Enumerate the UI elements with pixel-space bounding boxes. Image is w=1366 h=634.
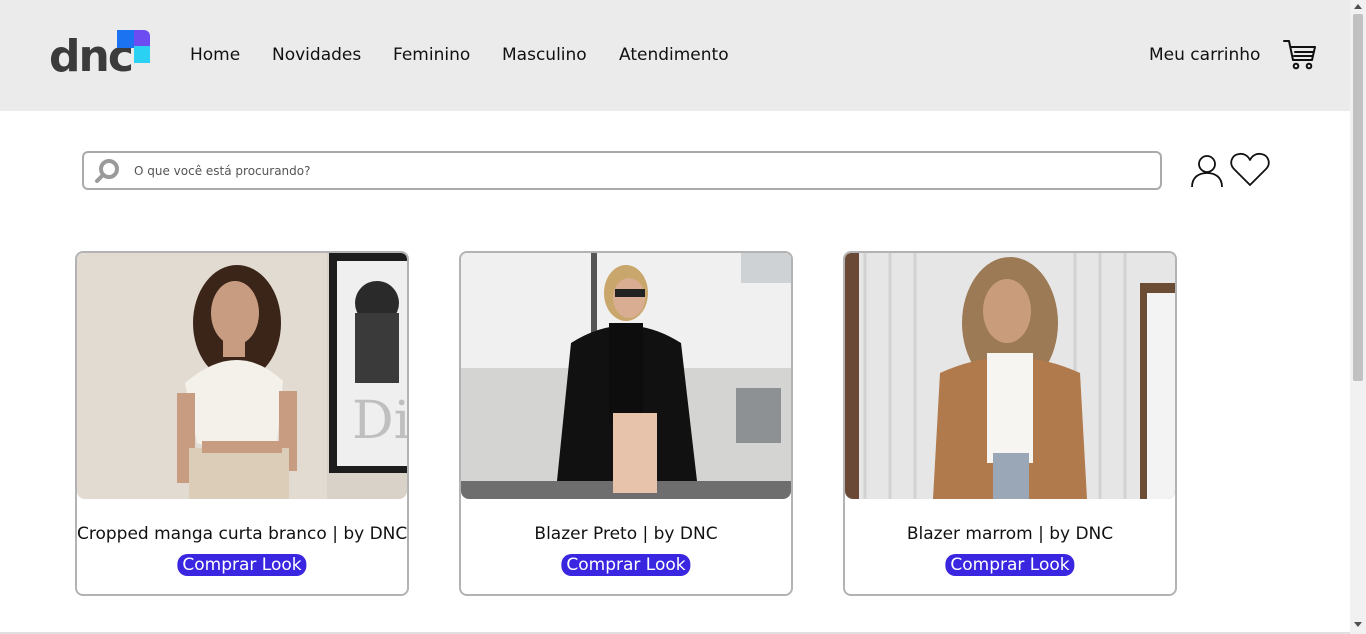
product-image[interactable]: Di	[77, 253, 407, 499]
svg-text:Di: Di	[352, 391, 407, 451]
product-title: Blazer Preto | by DNC	[534, 524, 718, 544]
nav-feminino[interactable]: Feminino	[393, 44, 470, 66]
nav-atendimento[interactable]: Atendimento	[619, 44, 729, 66]
dnc-logo[interactable]: dnc	[49, 29, 151, 83]
user-icon[interactable]	[1189, 152, 1225, 188]
search-bar	[82, 151, 1162, 190]
search-input[interactable]	[134, 159, 1144, 183]
product-card: Di Cropped manga curta branco | by DNC C…	[75, 251, 409, 596]
nav-masculino[interactable]: Masculino	[502, 44, 587, 66]
scroll-thumb[interactable]	[1353, 14, 1363, 381]
product-card: Blazer Preto | by DNC Comprar Look	[459, 251, 793, 596]
product-title: Cropped manga curta branco | by DNC	[77, 524, 408, 544]
search-icon[interactable]	[94, 158, 120, 184]
page-scrollbar[interactable]	[1350, 0, 1366, 634]
buy-look-button[interactable]: Comprar Look	[945, 554, 1075, 576]
nav-home[interactable]: Home	[190, 44, 240, 66]
product-card: Blazer marrom | by DNC Comprar Look	[843, 251, 1177, 596]
heart-icon[interactable]	[1230, 152, 1270, 188]
cart-link[interactable]: Meu carrinho	[1149, 44, 1260, 66]
site-header: dnc Home Novidades Feminino Masculino At…	[0, 0, 1350, 111]
scroll-up-arrow-icon[interactable]	[1354, 4, 1362, 9]
product-image[interactable]	[845, 253, 1175, 499]
product-image[interactable]	[461, 253, 791, 499]
nav-novidades[interactable]: Novidades	[272, 44, 361, 66]
buy-look-button[interactable]: Comprar Look	[561, 554, 691, 576]
logo-square-cyan	[134, 46, 150, 63]
buy-look-button[interactable]: Comprar Look	[177, 554, 307, 576]
product-title: Blazer marrom | by DNC	[906, 524, 1114, 544]
cart-icon[interactable]	[1283, 38, 1317, 72]
scroll-down-arrow-icon[interactable]	[1354, 622, 1362, 627]
